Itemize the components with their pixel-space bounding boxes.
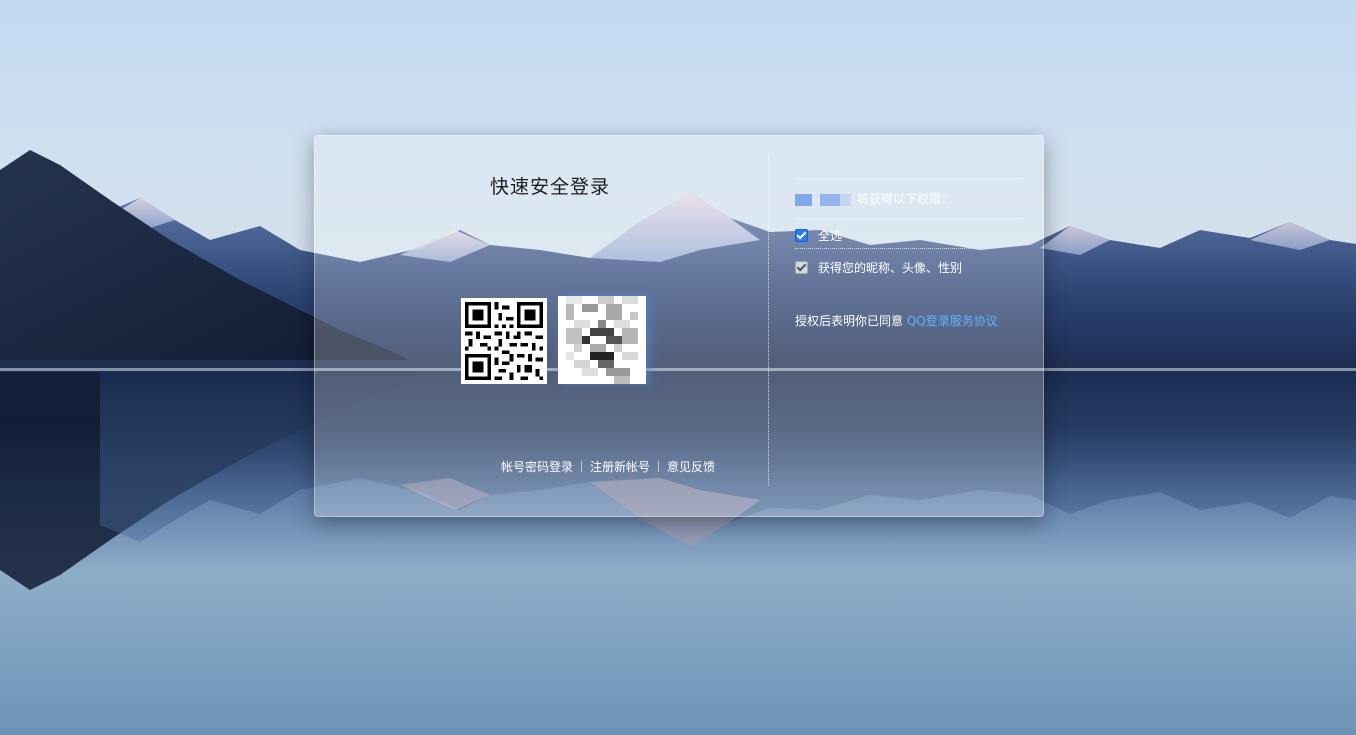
agreement-notice: 授权后表明你已同意 QQ登录服务协议	[795, 312, 998, 329]
user-avatar-blurred[interactable]	[558, 296, 646, 384]
select-all-label: 全选	[818, 229, 843, 243]
qq-login-agreement-link[interactable]: QQ登录服务协议	[907, 314, 998, 328]
login-panel: 快速安全登录 帐号密码登录 注册新帐号 意见反馈 将获得以下权限： 全选 获得您…	[314, 135, 1044, 517]
profile-info-label: 获得您的昵称、头像、性别	[818, 261, 963, 275]
agreement-prefix: 授权后表明你已同意	[795, 314, 904, 328]
app-name-blurred	[795, 193, 851, 206]
select-all-checkbox[interactable]	[795, 229, 808, 242]
permissions-dotted-divider	[795, 248, 973, 249]
avatar-icon	[558, 296, 646, 384]
link-separator	[581, 461, 583, 472]
profile-info-permission[interactable]: 获得您的昵称、头像、性别	[795, 259, 962, 276]
register-account-link[interactable]: 注册新帐号	[590, 460, 650, 474]
qr-code-icon	[465, 302, 543, 380]
feedback-link[interactable]: 意见反馈	[667, 460, 715, 474]
permissions-header-line	[795, 218, 1023, 219]
profile-info-checkbox[interactable]	[795, 261, 808, 274]
panel-divider	[768, 156, 769, 486]
link-separator	[658, 461, 660, 472]
permissions-header-text: 将获得以下权限：	[857, 192, 954, 206]
permissions-header: 将获得以下权限：	[795, 190, 953, 207]
select-all-permission[interactable]: 全选	[795, 227, 842, 244]
permissions-top-line	[795, 178, 1023, 179]
account-password-login-link[interactable]: 帐号密码登录	[501, 460, 573, 474]
footer-links: 帐号密码登录 注册新帐号 意见反馈	[501, 458, 715, 475]
login-qr-code[interactable]	[461, 298, 547, 384]
quick-login-title: 快速安全登录	[489, 176, 610, 198]
